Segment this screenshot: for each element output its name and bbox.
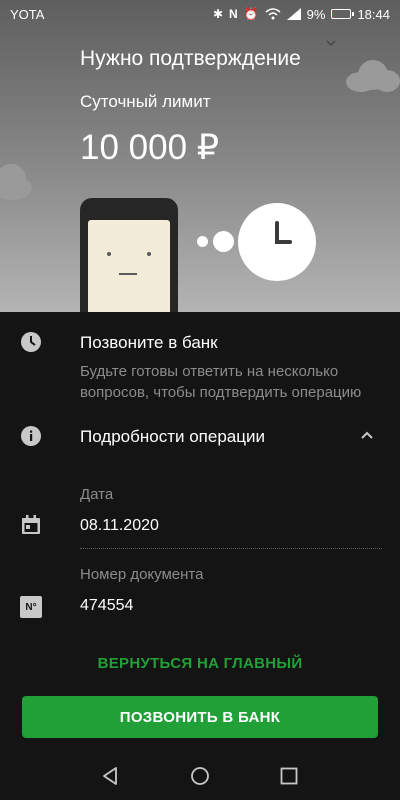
- number-sign-icon: N°: [20, 596, 42, 618]
- clock-time: 18:44: [357, 6, 390, 22]
- back-to-main-link[interactable]: ВЕРНУТЬСЯ НА ГЛАВНЫЙ: [0, 655, 400, 672]
- calendar-icon: [22, 515, 40, 534]
- carrier-label: YOTA: [10, 6, 45, 22]
- details-title: Подробности операции: [80, 427, 265, 446]
- date-label: Дата: [80, 486, 114, 503]
- call-bank-button[interactable]: ПОЗВОНИТЬ В БАНК: [22, 696, 378, 738]
- cloud-right: [346, 58, 400, 94]
- date-divider: [80, 548, 382, 549]
- recents-icon[interactable]: [278, 765, 300, 787]
- thought-dot-large: [213, 231, 234, 252]
- status-bar: YOTA ✱ N ⏰ 9% 18:44: [0, 0, 400, 28]
- cloud-left: [0, 162, 36, 202]
- nfc-icon: N: [229, 7, 238, 21]
- document-number-value: 474554: [80, 597, 134, 614]
- limit-label: Суточный лимит: [80, 92, 211, 111]
- thought-dot-small: [197, 236, 208, 247]
- call-bank-description: Будьте готовы ответить на несколько вопр…: [80, 363, 362, 401]
- chevron-down-icon: [326, 40, 336, 46]
- date-value: 08.11.2020: [80, 517, 159, 534]
- battery-icon: [331, 9, 355, 19]
- back-icon[interactable]: [100, 765, 122, 787]
- content-panel: Позвоните в банк Будьте готовы ответить …: [0, 312, 400, 738]
- phone-illustration: [80, 198, 178, 312]
- system-nav-bar: [0, 745, 400, 800]
- clock-illustration: [238, 203, 316, 281]
- wifi-icon: [265, 8, 281, 20]
- home-icon[interactable]: [189, 765, 211, 787]
- signal-icon: [286, 8, 301, 20]
- limit-value: 10 000 ₽: [80, 128, 220, 167]
- clock-hands-icon: [275, 221, 292, 244]
- page-title: Нужно подтверждение: [80, 47, 301, 70]
- chevron-up-icon[interactable]: [360, 430, 374, 440]
- hero-banner: Нужно подтверждение Суточный лимит 10 00…: [0, 0, 400, 312]
- call-bank-title: Позвоните в банк: [80, 333, 218, 352]
- document-number-label: Номер документа: [80, 566, 204, 583]
- phone-face: [88, 220, 170, 312]
- details-header[interactable]: Подробности операции: [0, 416, 400, 456]
- info-icon: [21, 426, 41, 446]
- alarm-icon: ⏰: [243, 7, 259, 21]
- bluetooth-icon: ✱: [212, 7, 224, 21]
- clock-icon: [21, 332, 41, 352]
- battery-percent: 9%: [306, 6, 326, 22]
